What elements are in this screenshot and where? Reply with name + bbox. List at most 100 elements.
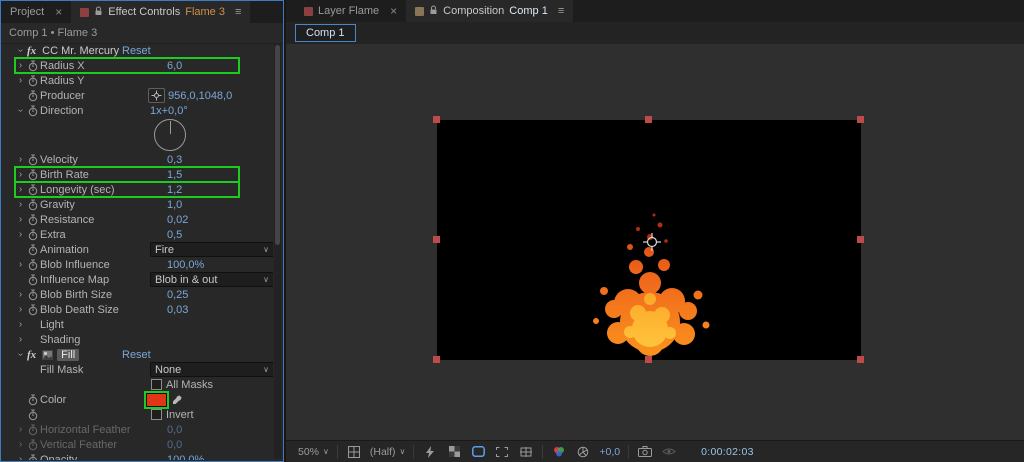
panel-menu-icon[interactable]: ≡ [558,5,564,17]
region-of-interest-icon[interactable] [494,444,510,460]
mask-visibility-icon[interactable] [470,444,486,460]
property-value[interactable]: 0,0 [167,424,182,436]
property-value[interactable]: 0,0 [167,439,182,451]
twirl-icon[interactable]: › [15,349,26,360]
close-icon[interactable]: × [390,4,397,18]
stopwatch-icon[interactable] [26,229,40,241]
exposure-value[interactable]: +0,0 [599,446,620,458]
reset-button[interactable]: Reset [122,45,151,57]
stopwatch-icon[interactable] [26,169,40,181]
twirl-icon[interactable]: › [15,304,26,315]
stopwatch-icon[interactable] [26,184,40,196]
twirl-icon[interactable]: › [15,319,26,330]
stopwatch-icon[interactable] [26,424,40,436]
property-value[interactable]: 0,25 [167,289,188,301]
twirl-icon[interactable]: › [15,439,26,450]
stopwatch-icon[interactable] [26,244,40,256]
close-icon[interactable]: × [55,5,62,19]
twirl-icon[interactable]: › [15,184,26,195]
effect-point-icon[interactable] [148,88,165,103]
stopwatch-icon[interactable] [26,304,40,316]
property-value[interactable]: 1,2 [167,184,182,196]
twirl-icon[interactable]: › [15,454,26,460]
grid-and-guides-icon[interactable] [346,444,362,460]
twirl-icon[interactable]: › [15,169,26,180]
property-value[interactable]: 100,0% [167,454,204,461]
property-value[interactable]: 100,0% [167,259,204,271]
stopwatch-icon[interactable] [26,259,40,271]
preview-timecode[interactable]: 0:00:02:03 [701,446,754,458]
channel-settings-icon[interactable] [551,444,567,460]
twirl-icon[interactable]: › [15,214,26,225]
twirl-icon[interactable]: › [15,424,26,435]
magnification-dropdown[interactable]: 50% ∨ [298,446,329,458]
tab-effect-controls[interactable]: Effect Controls Flame 3 ≡ [71,1,250,23]
selection-handle[interactable] [857,356,864,363]
dropdown-animation[interactable]: Fire∨ [150,242,273,257]
twirl-icon[interactable]: › [15,154,26,165]
tab-composition[interactable]: Composition Comp 1 ≡ [406,0,573,22]
twirl-icon[interactable]: › [15,229,26,240]
stopwatch-icon[interactable] [26,90,40,102]
property-value[interactable]: 1,5 [167,169,182,181]
twirl-icon[interactable]: › [15,289,26,300]
tab-project[interactable]: Project × [1,1,71,23]
stopwatch-icon[interactable] [26,409,40,421]
twirl-icon[interactable]: › [15,75,26,86]
property-value[interactable]: 0,03 [167,304,188,316]
dropdown-influence-map[interactable]: Blob in & out∨ [150,272,273,287]
property-value[interactable]: 1,0 [167,199,182,211]
checkbox-all-masks[interactable] [151,379,162,390]
vertical-scrollbar[interactable] [274,43,281,459]
lock-icon[interactable] [429,5,438,18]
selection-handle[interactable] [433,236,440,243]
tab-layer-flame[interactable]: Layer Flame × [295,0,406,22]
selection-handle[interactable] [857,116,864,123]
pixel-aspect-correction-icon[interactable] [518,444,534,460]
stopwatch-icon[interactable] [26,439,40,451]
stopwatch-icon[interactable] [26,75,40,87]
color-swatch[interactable] [146,393,167,407]
selection-handle[interactable] [645,116,652,123]
property-value[interactable]: 1x+0,0° [150,105,188,117]
stopwatch-icon[interactable] [26,274,40,286]
twirl-icon[interactable]: › [15,199,26,210]
angle-dial[interactable] [154,119,186,151]
stopwatch-icon[interactable] [26,454,40,461]
comp-nav-button[interactable]: Comp 1 [295,24,356,42]
lock-icon[interactable] [94,6,103,19]
composition-viewer[interactable] [286,44,1024,440]
fast-previews-icon[interactable] [422,444,438,460]
selection-handle[interactable] [645,356,652,363]
transparency-grid-icon[interactable] [446,444,462,460]
property-value[interactable]: 956,0,1048,0 [168,90,232,102]
selection-handle[interactable] [857,236,864,243]
twirl-icon[interactable]: › [15,105,26,116]
selection-handle[interactable] [433,116,440,123]
scrollbar-thumb[interactable] [275,45,280,245]
twirl-icon[interactable]: › [15,45,26,56]
twirl-icon[interactable]: › [15,334,26,345]
resolution-dropdown[interactable]: (Half) ∨ [370,446,406,458]
adjust-exposure-icon[interactable] [575,444,591,460]
checkbox-invert[interactable] [151,409,162,420]
dropdown-fill-mask[interactable]: None∨ [150,362,273,377]
stopwatch-icon[interactable] [26,60,40,72]
eyedropper-icon[interactable] [172,394,183,405]
take-snapshot-icon[interactable] [637,444,653,460]
property-value[interactable]: 6,0 [167,60,182,72]
twirl-icon[interactable]: › [15,259,26,270]
stopwatch-icon[interactable] [26,105,40,117]
panel-menu-icon[interactable]: ≡ [235,6,241,18]
stopwatch-icon[interactable] [26,199,40,211]
stopwatch-icon[interactable] [26,394,40,406]
property-value[interactable]: 0,5 [167,229,182,241]
stopwatch-icon[interactable] [26,154,40,166]
show-snapshot-icon[interactable] [661,444,677,460]
stopwatch-icon[interactable] [26,289,40,301]
property-value[interactable]: 0,02 [167,214,188,226]
twirl-icon[interactable]: › [15,60,26,71]
stopwatch-icon[interactable] [26,214,40,226]
reset-button[interactable]: Reset [122,349,151,361]
selection-handle[interactable] [433,356,440,363]
